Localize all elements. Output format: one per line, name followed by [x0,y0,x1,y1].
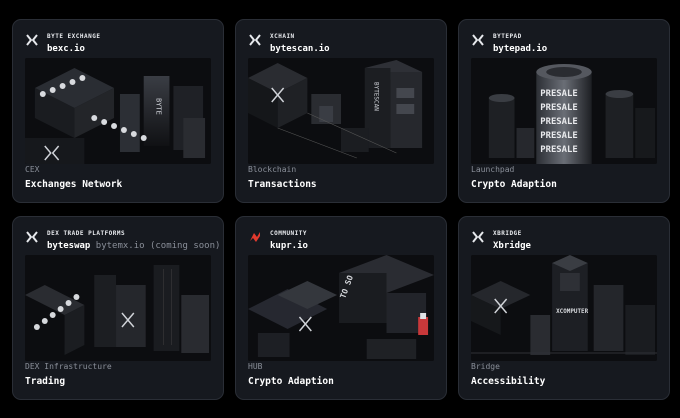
project-card-bytepad[interactable]: BYTEPAD bytepad.io PRESALE PRESALE PRESA… [458,19,670,203]
card-domain-link[interactable]: bytescan.io [270,45,330,54]
footer-category: DEX Infrastructure [25,362,112,371]
card-footer: CEX Exchanges Network [25,165,213,190]
card-illustration [25,255,211,361]
footer-category: CEX [25,165,40,174]
footer-title: Accessibility [471,376,546,387]
tower-label: BYTE [155,98,163,115]
card-header: BYTE EXCHANGE bexc.io [25,32,213,60]
card-category: DEX TRADE PLATFORMS [47,230,126,237]
footer-title: Exchanges Network [25,179,123,190]
card-footer: Launchpad Crypto Adaption [471,165,659,190]
card-illustration: PRESALE PRESALE PRESALE PRESALE PRESALE [471,58,657,164]
project-card-byteswap[interactable]: DEX TRADE PLATFORMS byteswap bytemx.io (… [12,216,224,400]
footer-category: Bridge [471,362,500,371]
card-domain-link[interactable]: bexc.io [47,45,100,54]
card-domain-link[interactable]: kupr.io [270,242,308,251]
card-illustration: BYTE [25,58,211,164]
footer-title: Crypto Adaption [471,179,557,190]
card-domain-link[interactable]: Xbridge [493,242,531,251]
project-card-xbridge[interactable]: XBRIDGE Xbridge XCOMPUTER Bridge Accessi… [458,216,670,400]
card-category: XCHAIN [270,33,295,40]
card-footer: Blockchain Transactions [248,165,436,190]
card-header: DEX TRADE PLATFORMS byteswap bytemx.io (… [25,229,220,257]
x-logo-icon [26,34,38,46]
x-logo-icon [249,34,261,46]
project-card-bexc[interactable]: BYTE EXCHANGE bexc.io BYTE CEX Exchanges… [12,19,224,203]
card-illustration: XCOMPUTER [471,255,657,361]
footer-title: Crypto Adaption [248,376,334,387]
card-footer: DEX Infrastructure Trading [25,362,213,387]
secondary-domain: bytemx.io (coming soon) [95,241,221,251]
card-illustration: TO SO [248,255,434,361]
card-footer: HUB Crypto Adaption [248,362,436,387]
card-illustration: BYTESCAN [248,58,434,164]
footer-category: Launchpad [471,165,515,174]
svg-text:PRESALE: PRESALE [540,131,577,141]
svg-text:PRESALE: PRESALE [540,145,577,155]
card-domain-link[interactable]: byteswap bytemx.io (coming soon) [47,242,220,251]
card-header: XCHAIN bytescan.io [248,32,436,60]
tower-label: BYTESCAN [373,82,380,111]
card-category: BYTE EXCHANGE [47,33,101,40]
card-category: COMMUNITY [270,230,308,237]
x-logo-icon [472,34,484,46]
building-sign: XCOMPUTER [556,308,588,315]
card-header: XBRIDGE Xbridge [471,229,659,257]
project-card-bytescan[interactable]: XCHAIN bytescan.io BYTESCAN Blockchain T… [235,19,447,203]
card-footer: Bridge Accessibility [471,362,659,387]
card-domain-link[interactable]: bytepad.io [493,45,547,54]
card-header: COMMUNITY kupr.io [248,229,436,257]
card-header: BYTEPAD bytepad.io [471,32,659,60]
svg-text:PRESALE: PRESALE [540,103,577,113]
card-category: XBRIDGE [493,230,522,237]
footer-category: HUB [248,362,263,371]
cylinder-label: PRESALE [540,89,577,99]
x-logo-icon [472,231,484,243]
card-category: BYTEPAD [493,33,522,40]
kupr-logo-icon [250,232,260,242]
project-card-kupr[interactable]: COMMUNITY kupr.io TO SO HUB Crypto Adapt… [235,216,447,400]
x-logo-icon [26,231,38,243]
footer-title: Transactions [248,179,317,190]
footer-category: Blockchain [248,165,297,174]
svg-text:PRESALE: PRESALE [540,117,577,127]
footer-title: Trading [25,376,66,387]
